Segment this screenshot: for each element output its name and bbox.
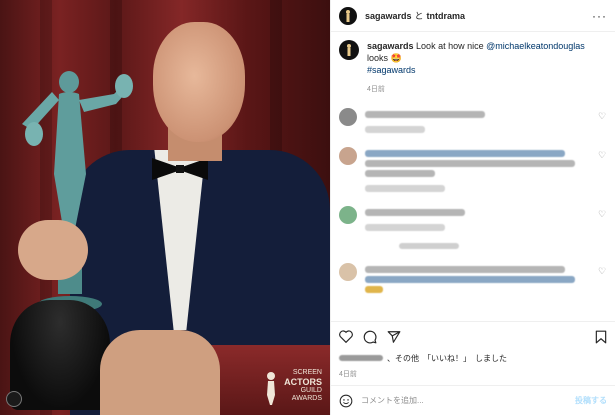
bookmark-icon[interactable] [595, 330, 607, 344]
caption-body-end: looks 🤩 [367, 53, 402, 63]
comment-list: sagawards Look at how nice @michaelkeato… [331, 32, 615, 321]
likes-end: しました [475, 353, 507, 363]
action-bar [331, 321, 615, 351]
heart-icon[interactable] [339, 330, 353, 343]
comment-text [365, 111, 485, 118]
commenter-avatar[interactable] [339, 147, 357, 165]
commenter-avatar[interactable] [339, 206, 357, 224]
comment-text [365, 266, 565, 273]
header-accounts: sagawards と tntdrama [365, 9, 465, 22]
heart-icon[interactable]: ♡ [598, 267, 607, 276]
caption-username[interactable]: sagawards [367, 41, 414, 51]
list-item: ♡ [339, 108, 607, 133]
smiley-icon[interactable] [339, 394, 353, 408]
comment-meta [365, 224, 445, 231]
bowtie [152, 158, 208, 180]
commenter-avatar[interactable] [339, 108, 357, 126]
list-item: ♡ [339, 206, 607, 231]
post-photo[interactable]: SCREEN ACTORS GUILD AWARDS [0, 0, 330, 415]
account-name-link[interactable]: sagawards [365, 11, 412, 21]
share-icon[interactable] [387, 330, 401, 344]
likes-suffix: 、その他 [387, 353, 419, 363]
comment-text [365, 160, 575, 167]
hand-holding-statue [18, 220, 88, 280]
comment-text [365, 150, 565, 157]
comment-text [365, 286, 383, 293]
add-comment-bar: 投稿する [331, 385, 615, 415]
statue-base [10, 300, 110, 410]
post-caption: sagawards Look at how nice @michaelkeato… [339, 40, 607, 76]
collaborator-name-link[interactable]: tntdrama [427, 11, 466, 21]
caption-avatar[interactable] [339, 40, 359, 60]
likes-quoted: 「いいね！」 [423, 353, 471, 363]
caption-hashtag[interactable]: #sagawards [367, 65, 416, 75]
comment-meta [365, 126, 425, 133]
commenter-avatar[interactable] [339, 263, 357, 281]
resting-hand [100, 330, 220, 415]
post-comment-button[interactable]: 投稿する [575, 395, 607, 406]
connector-text: と [414, 11, 424, 21]
tagged-user-icon[interactable] [6, 391, 22, 407]
post-date: 4日前 [339, 371, 357, 378]
comment-meta [365, 185, 445, 192]
likes-summary[interactable]: 、その他 「いいね！」 しました [331, 351, 615, 365]
caption-text: sagawards Look at how nice @michaelkeato… [367, 40, 607, 76]
account-avatar[interactable] [339, 6, 357, 25]
caption-body: Look at how nice [416, 41, 484, 51]
caption-mention[interactable]: @michaelkeatondouglas [486, 41, 585, 51]
sag-actor-statuette [22, 71, 133, 312]
heart-icon[interactable]: ♡ [598, 112, 607, 121]
list-item: ♡ [339, 263, 607, 293]
more-horizontal-icon[interactable]: ··· [592, 9, 607, 23]
sag-awards-logo: SCREEN ACTORS GUILD AWARDS [262, 369, 322, 409]
liker-username[interactable] [339, 355, 383, 361]
heart-icon[interactable]: ♡ [598, 210, 607, 219]
post-sidebar: sagawards と tntdrama ··· sagawards Look at… [330, 0, 615, 415]
list-item: ♡ [339, 147, 607, 192]
post-header: sagawards と tntdrama ··· [331, 0, 615, 32]
caption-time: 4日前 [367, 86, 385, 93]
comment-icon[interactable] [363, 330, 377, 344]
heart-icon[interactable]: ♡ [598, 151, 607, 160]
man-face [153, 22, 245, 142]
view-replies-button[interactable] [399, 243, 459, 249]
comment-text [365, 170, 435, 177]
comment-text [365, 209, 465, 216]
comment-text [365, 276, 575, 283]
comment-input[interactable] [361, 396, 567, 405]
